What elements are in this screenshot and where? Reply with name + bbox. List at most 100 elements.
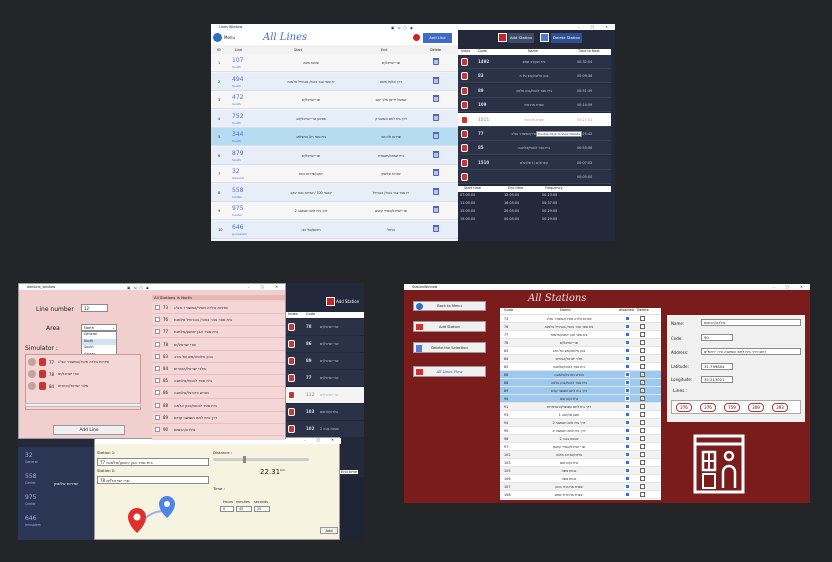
edit-icon[interactable] <box>625 412 630 417</box>
north-station-item[interactable]: 77 בית ספר אבן יהושע/אלמנת <box>152 326 285 339</box>
hours-input[interactable]: 0 <box>220 506 234 512</box>
station-list-row[interactable]: 94 דרך בית לחם השושנה 2 <box>500 419 661 427</box>
edit-icon[interactable] <box>625 420 630 425</box>
trash-icon[interactable] <box>433 187 439 195</box>
station-list-row[interactable]: 106 גבעת משה <box>500 475 661 483</box>
station2-select[interactable]: 78 שרי ישראל/ים <box>97 476 209 484</box>
edit-icon[interactable] <box>625 428 630 433</box>
add-arrow-icon[interactable] <box>155 353 160 359</box>
edit-icon[interactable] <box>625 452 630 457</box>
north-station-item[interactable]: 84 מלכי ישראל/הטורים <box>152 363 285 375</box>
edit-icon[interactable] <box>625 324 630 329</box>
add-arrow-icon[interactable] <box>155 366 160 371</box>
north-station-item[interactable]: 89 דרך בית לחם השושני קודם <box>152 412 285 424</box>
all-lines-view-button[interactable]: All Lines View <box>413 366 486 377</box>
sim-scrollbar[interactable] <box>25 403 141 407</box>
line-row[interactable]: 2 494 South יח ספר צבר באור/ בוגרחיל אלמנת ד… <box>211 72 458 91</box>
edit-icon[interactable] <box>625 380 630 385</box>
line-row[interactable]: 5 344 South בית ספר רע/ בנישלחב שדרות ולה מכ… <box>211 128 458 146</box>
line-chip[interactable]: 759 <box>724 403 740 412</box>
delete-checkbox[interactable] <box>640 452 645 457</box>
north-station-item[interactable]: 83 בכון אלופה/מש של מרב <box>152 351 285 363</box>
delete-checkbox[interactable] <box>640 492 645 497</box>
north-station-item[interactable]: 90 גולדה/הרסום <box>152 424 285 436</box>
add-arrow-icon[interactable] <box>155 390 160 396</box>
delete-checkbox[interactable] <box>640 404 645 409</box>
frequency-row[interactable]: 19:00:00 00:05:00 00:29:00 <box>458 216 611 224</box>
station-list-row[interactable]: 85 בית ספר לבנות/אלמוגה <box>500 363 661 371</box>
sim-list-item[interactable]: 78 שרי ישראל/ים <box>28 369 140 380</box>
north-station-item[interactable]: 88 בית ספר לבנות/בכון אלמה <box>152 400 285 412</box>
trash-icon[interactable] <box>433 150 439 158</box>
line-row[interactable]: 8 558 Center קאפר 700 / שדרות גנות יעקב יח ס… <box>211 183 458 202</box>
line-number-input[interactable]: 12 <box>81 304 108 312</box>
line-row[interactable]: 7 32 General יעקב/שדרות העת שדרות אלשמן <box>211 165 458 183</box>
delete-checkbox[interactable] <box>640 476 645 481</box>
slider-thumb[interactable] <box>243 456 246 463</box>
area-option[interactable]: North <box>82 338 116 346</box>
address-field[interactable]: רחוב:דרך בית לחם השושנה עיר: ירושלים <box>701 348 801 355</box>
station-list-row[interactable]: 77 בית ספר אבן יהושע/אלמנת <box>500 331 661 339</box>
station-list-row[interactable]: 84 מלכי ישראל/הטורים <box>500 355 661 363</box>
add-station-button[interactable]: Add Station <box>413 321 486 332</box>
trash-icon[interactable] <box>433 224 439 232</box>
delete-checkbox[interactable] <box>640 348 645 353</box>
line-chip[interactable]: 376 <box>676 403 692 412</box>
edit-icon[interactable] <box>625 388 630 393</box>
delete-checkbox[interactable] <box>640 460 645 465</box>
addline-window-controls[interactable]: – ▢ ✕ <box>248 284 283 290</box>
latitude-field[interactable]: 31.799804 <box>701 363 733 370</box>
station-list-row[interactable]: 93 חשון של/ענה 1 <box>500 411 661 419</box>
line-row[interactable]: 6 879 South שרי ישראל/ים ביח שמחה/משמרת <box>211 146 458 165</box>
station-row[interactable]: 1510 קפרא/ים / דשל/עלם 00:07:02 <box>458 155 611 170</box>
distance-slider[interactable] <box>213 456 309 463</box>
trash-icon[interactable] <box>433 169 439 176</box>
line-chip[interactable]: 376 <box>700 403 716 412</box>
edit-icon[interactable] <box>625 364 630 369</box>
line-row[interactable]: 3 472 South שרי ישראל/ים שמואל ידיים/ מלך יק… <box>211 91 458 109</box>
delete-checkbox[interactable] <box>640 444 645 449</box>
station-list-row[interactable]: 88 בית ספר לבנות/בכון אלמה ✓ <box>500 379 661 387</box>
station-row[interactable]: 1492 בית חבן/רב שמש 00:32:04 <box>458 55 611 69</box>
delete-station-icon[interactable] <box>540 33 549 42</box>
delete-checkbox[interactable] <box>640 340 645 345</box>
add-arrow-icon[interactable] <box>155 414 160 420</box>
frequency-row[interactable]: 11:00:00 16:05:00 00:37:00 <box>458 200 611 208</box>
delete-checkbox[interactable] <box>640 364 645 369</box>
add-station-button[interactable]: Add Station <box>508 33 535 43</box>
edit-icon[interactable] <box>625 348 630 353</box>
station-row[interactable]: 1511 עשרת מרכזרוד 00:27:01 <box>458 112 611 127</box>
trash-icon[interactable] <box>433 206 439 213</box>
station-list-row[interactable]: 96 שכונת בוכה 2 <box>500 435 661 443</box>
edit-icon[interactable] <box>625 436 630 441</box>
add-arrow-icon[interactable] <box>155 402 160 408</box>
area-option[interactable]: South <box>82 345 116 352</box>
line-row[interactable]: 1 107 South שכונת משה שרי ישראל/ים <box>211 54 458 72</box>
line-chip[interactable]: 309 <box>748 403 764 412</box>
station-row[interactable]: 77 שדרות גולדה מאיר/המשורר אצ"ג 00:25:42 <box>458 127 611 141</box>
area-select[interactable]: North ⌄ <box>81 324 117 331</box>
delete-checkbox[interactable]: ✓ <box>640 388 645 393</box>
frequency-row[interactable]: 07:00:00 12:05:00 00:23:00 <box>458 192 611 200</box>
north-station-item[interactable]: 78 שרי ישראל/ים <box>152 339 285 351</box>
station-list-row[interactable]: 103 גולדה/הרסום <box>500 459 661 467</box>
add-arrow-icon[interactable] <box>155 329 160 335</box>
station-list-row[interactable]: 97 שרי ישראל/שמירי קאופן <box>500 443 661 451</box>
edit-icon[interactable] <box>625 444 630 449</box>
station-row[interactable]: 85 בית ספר לבנות/אלמוגה 00:55:06 <box>458 141 611 156</box>
code-field[interactable]: 90 <box>701 334 733 341</box>
station-list-row[interactable]: 78 שרי ישראל/ים <box>500 339 661 347</box>
seconds-input[interactable]: 20 <box>254 506 270 512</box>
add-arrow-icon[interactable] <box>155 305 160 310</box>
trash-icon[interactable] <box>433 76 439 84</box>
station-list-row[interactable]: 90 גולדה/הרסום ✓ <box>500 395 661 403</box>
sim-list-item[interactable]: 77 שדרות גולדה מאיר/המשורר אצ"ג <box>28 357 140 368</box>
back-to-menu-button[interactable]: Back to Menu <box>413 301 486 311</box>
sim-add-button[interactable]: Add <box>320 527 338 534</box>
delete-checkbox[interactable] <box>640 332 645 337</box>
station-list-row[interactable]: 76 בית ספר צבר באור/ בוגרחיל אלמנת <box>500 323 661 331</box>
station-row[interactable]: 89 בית ספר לבנות/בכון אלמה 00:51:39 <box>458 83 611 98</box>
add-arrow-icon[interactable] <box>155 341 160 347</box>
delete-checkbox[interactable] <box>640 428 645 433</box>
station-list-row[interactable]: 89 דרך בית לחם השושני קודם ✓ <box>500 387 661 395</box>
